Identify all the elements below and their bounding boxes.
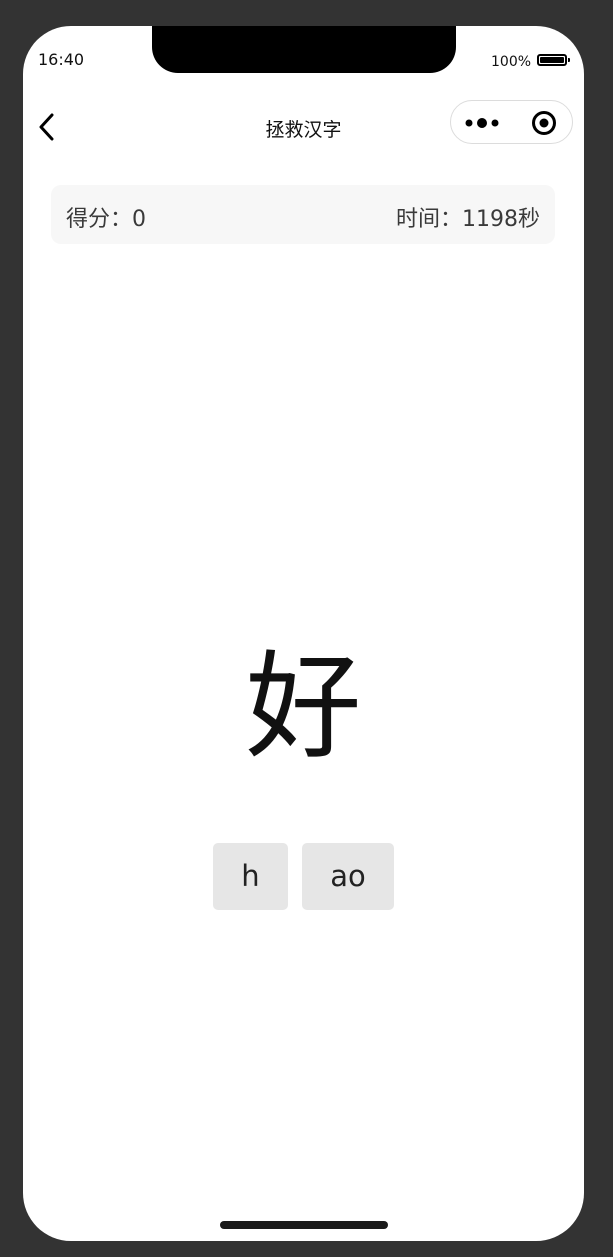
- notch: [152, 26, 456, 73]
- home-indicator: [220, 1221, 388, 1229]
- score-bar: 得分：0 时间：1198秒: [51, 185, 555, 244]
- score-display: 得分：0: [66, 201, 146, 233]
- pinyin-initial-button[interactable]: h: [213, 843, 288, 910]
- phone-screen: 16:40 100% 拯救汉字 得分：0 时间：1198秒 好 h ao: [23, 26, 584, 1241]
- more-button[interactable]: [464, 113, 504, 133]
- score-value: 0: [132, 207, 147, 232]
- close-button[interactable]: [530, 109, 558, 137]
- mini-program-capsule: [450, 100, 573, 144]
- more-dots-icon: [465, 118, 499, 128]
- battery-percent: 100%: [491, 54, 532, 70]
- time-unit: 秒: [517, 207, 540, 232]
- time-value: 1198: [461, 207, 518, 232]
- time-label: 时间：: [395, 207, 462, 232]
- target-circle-icon: [532, 111, 556, 135]
- pinyin-final-button[interactable]: ao: [302, 843, 394, 910]
- target-character: 好: [245, 640, 362, 775]
- status-time: 16:40: [38, 50, 85, 69]
- battery-icon: [537, 54, 570, 66]
- timer-display: 时间：1198秒: [396, 201, 540, 233]
- score-label: 得分：: [66, 207, 133, 232]
